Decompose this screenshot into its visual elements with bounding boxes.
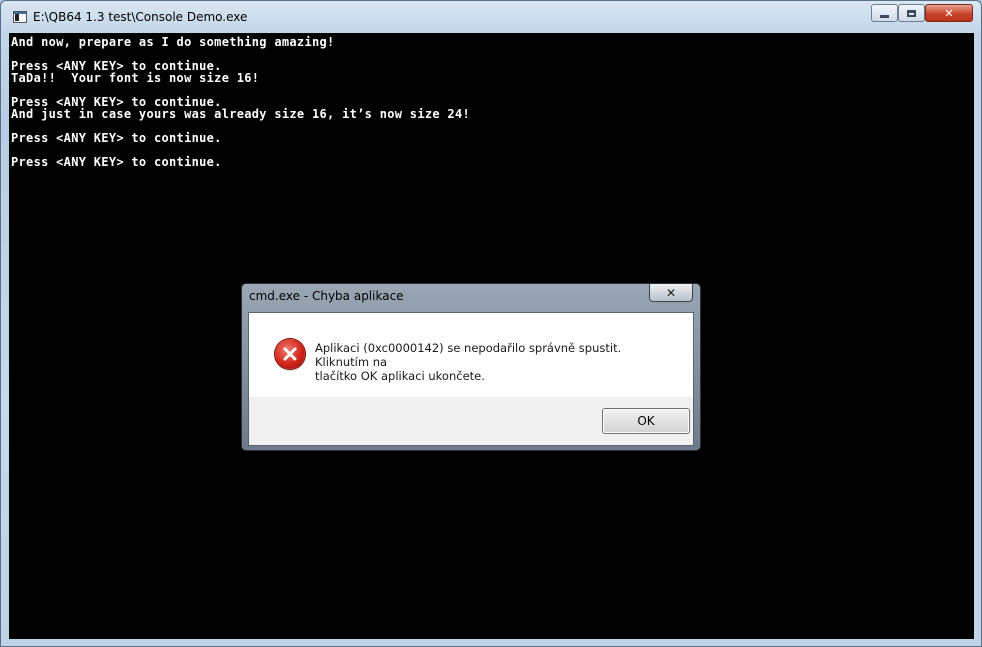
close-icon: ✕ <box>944 6 954 20</box>
dialog-title: cmd.exe - Chyba aplikace <box>249 289 404 303</box>
close-button[interactable]: ✕ <box>925 4 973 22</box>
console-line: TaDa!! Your font is now size 16! <box>11 71 260 85</box>
error-x-glyph <box>283 347 297 361</box>
console-line: Press <ANY KEY> to continue. <box>11 155 222 169</box>
maximize-button[interactable] <box>898 4 925 22</box>
dialog-close-button[interactable]: ✕ <box>649 284 693 302</box>
window-right-border <box>974 33 981 639</box>
window-title: E:\QB64 1.3 test\Console Demo.exe <box>33 10 248 24</box>
error-dialog: cmd.exe - Chyba aplikace ✕ Aplikaci (0xc… <box>241 283 701 451</box>
error-icon <box>275 339 305 369</box>
dialog-message-line: tlačítko OK aplikaci ukončete. <box>315 369 485 383</box>
dialog-message-line: Aplikaci (0xc0000142) se nepodařilo sprá… <box>315 341 622 369</box>
ok-button[interactable]: OK <box>602 408 690 434</box>
minimize-icon <box>880 14 889 18</box>
maximize-icon <box>907 9 916 17</box>
close-icon: ✕ <box>665 285 677 300</box>
console-line: And now, prepare as I do something amazi… <box>11 35 335 49</box>
dialog-message-area: Aplikaci (0xc0000142) se nepodařilo sprá… <box>249 313 693 397</box>
title-bar[interactable]: E:\QB64 1.3 test\Console Demo.exe ✕ <box>1 1 981 33</box>
dialog-message: Aplikaci (0xc0000142) se nepodařilo sprá… <box>315 341 675 383</box>
console-line: And just in case yours was already size … <box>11 107 471 121</box>
console-line: Press <ANY KEY> to continue. <box>11 131 222 145</box>
minimize-button[interactable] <box>871 4 898 22</box>
console-app-icon[interactable] <box>13 11 27 23</box>
dialog-body: Aplikaci (0xc0000142) se nepodařilo sprá… <box>248 312 694 446</box>
